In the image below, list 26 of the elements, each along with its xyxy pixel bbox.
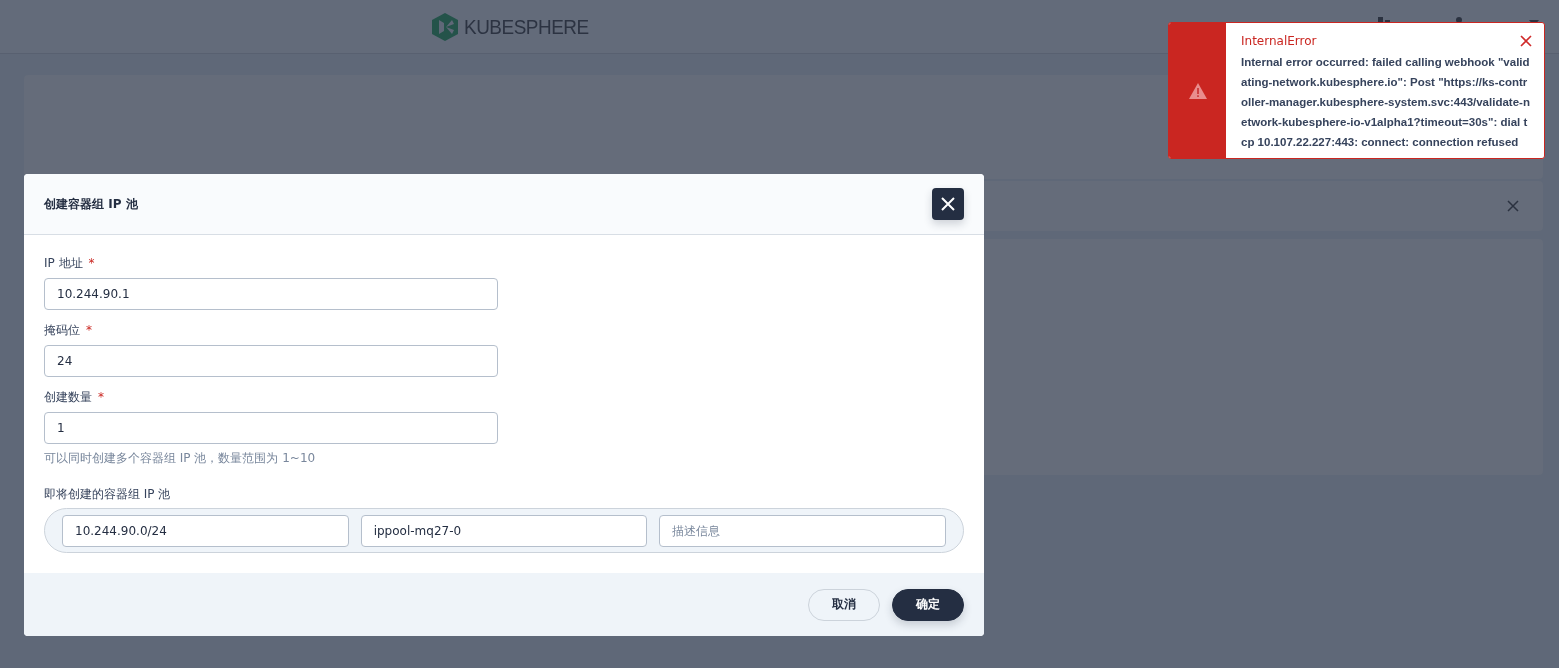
input-field[interactable]: 描述信息 xyxy=(659,514,946,547)
required-mark: * xyxy=(88,255,95,271)
toast-message: Internal error occurred: failed calling webhook "validating-network.kubesphere.io": Post "https://ks-controller-manager.kubesphere-system.svc:443/validate-network-kubesphere-io-v1alpha1?timeout=30s": dial tcp 10.107.22.227:443: connect: connection refused xyxy=(1241,55,1531,150)
section-label: 即将创建的容器组 IP 池 xyxy=(44,486,171,502)
warning-icon xyxy=(1188,82,1207,99)
required-mark: * xyxy=(86,322,92,338)
close-button[interactable] xyxy=(932,188,964,220)
logo-text: KUBESPHERE xyxy=(464,14,589,39)
input-field[interactable]: 10.244.90.0/24 xyxy=(62,514,349,547)
close-icon[interactable] xyxy=(1520,35,1532,47)
input-field[interactable]: 1 xyxy=(44,412,498,444)
input-field[interactable]: 10.244.90.1 xyxy=(44,278,498,310)
dialog-title: 创建容器组 IP 池 xyxy=(44,195,138,213)
field-label: IP 地址 xyxy=(44,255,83,271)
confirm-button[interactable]: 确定 xyxy=(892,588,964,621)
cancel-button[interactable]: 取消 xyxy=(808,588,880,621)
field-label: 掩码位 xyxy=(44,322,80,338)
field-hint: 可以同时创建多个容器组 IP 池，数量范围为 1~10 xyxy=(44,450,317,466)
input-field[interactable]: ippool-mq27-0 xyxy=(360,514,648,547)
close-icon[interactable] xyxy=(1507,200,1519,212)
close-icon xyxy=(941,197,955,211)
toast-title: InternalError xyxy=(1241,33,1317,49)
field-label: 创建数量 xyxy=(44,389,92,405)
required-mark: * xyxy=(98,389,104,405)
input-field[interactable]: 24 xyxy=(44,345,498,377)
logo-icon xyxy=(432,12,458,41)
